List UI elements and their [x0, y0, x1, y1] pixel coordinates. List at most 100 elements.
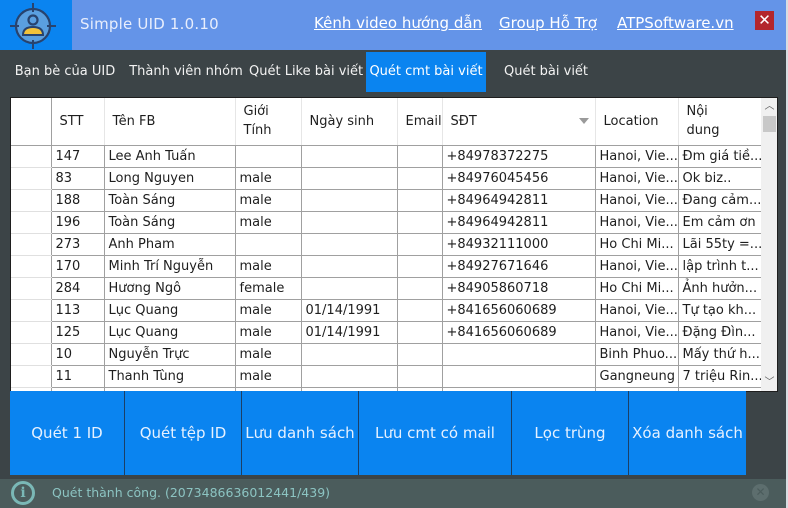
cell-name[interactable]: Long Nguyen	[104, 167, 236, 190]
cell-name[interactable]: Thanh Tùng	[104, 365, 236, 388]
cell-phone[interactable]: +84932111000	[442, 233, 596, 256]
row-header[interactable]	[11, 145, 52, 168]
column-header-birthday[interactable]: Ngày sinh	[301, 98, 398, 146]
tab-scan-post-comments[interactable]: Quét cmt bài viết	[366, 52, 486, 92]
cell-birthday[interactable]: 01/14/1991	[301, 299, 398, 322]
column-header-location[interactable]: Location	[595, 98, 679, 146]
table-row[interactable]: 188 Toàn Sáng male +84964942811 Hanoi, Vie..…	[11, 189, 762, 212]
scan-id-file-button[interactable]: Quét tệp ID	[125, 391, 242, 475]
cell-gender[interactable]: male	[235, 189, 302, 212]
cell-location[interactable]: Ho Chi Mi...	[595, 277, 679, 300]
cell-gender[interactable]	[235, 145, 302, 168]
row-header[interactable]	[11, 189, 52, 212]
cell-gender[interactable]: male	[235, 343, 302, 366]
clear-list-button[interactable]: Xóa danh sách	[629, 391, 746, 475]
column-header-email[interactable]: Email	[397, 98, 443, 146]
cell-stt[interactable]: 196	[51, 211, 105, 234]
cell-name[interactable]: Hương Ngô	[104, 277, 236, 300]
save-comments-with-mail-button[interactable]: Lưu cmt có mail	[359, 391, 512, 475]
cell-phone[interactable]: +84976045456	[442, 167, 596, 190]
cell-location[interactable]: Ho Chi Mi...	[595, 233, 679, 256]
row-header[interactable]	[11, 365, 52, 388]
cell-stt[interactable]: 10	[51, 343, 105, 366]
cell-phone[interactable]: +84978372275	[442, 145, 596, 168]
cell-stt[interactable]: 273	[51, 233, 105, 256]
row-header[interactable]	[11, 211, 52, 234]
cell-content[interactable]: Đặng Đìn...	[678, 321, 762, 344]
cell-content[interactable]: 7 triệu Rin...	[678, 365, 762, 388]
cell-birthday[interactable]	[301, 255, 398, 278]
cell-birthday[interactable]	[301, 343, 398, 366]
cell-phone[interactable]: +841656060689	[442, 299, 596, 322]
cell-phone[interactable]: +84964942811	[442, 211, 596, 234]
cell-content[interactable]: Tự tạo kh...	[678, 299, 762, 322]
row-header[interactable]	[11, 167, 52, 190]
cell-location[interactable]: Hanoi, Vie...	[595, 189, 679, 212]
cell-name[interactable]: Lục Quang	[104, 321, 236, 344]
cell-email[interactable]	[397, 145, 443, 168]
cell-content[interactable]: Lãi 55ty =...	[678, 233, 762, 256]
cell-birthday[interactable]	[301, 211, 398, 234]
cell-content[interactable]: Đm giá tiề...	[678, 145, 762, 168]
column-header-content[interactable]: Nội dung	[678, 98, 762, 146]
cell-content[interactable]: Ảnh hưởn...	[678, 277, 762, 300]
tab-friends-of-uid[interactable]: Bạn bè của UID	[10, 52, 120, 92]
table-row[interactable]: 10 Nguyễn Trực male Binh Phuo... Mấy thứ h..…	[11, 343, 762, 366]
close-circle-icon[interactable]: ✕	[752, 484, 769, 501]
cell-birthday[interactable]	[301, 233, 398, 256]
table-row[interactable]: 170 Minh Trí Nguyễn male +84927671646 Hanoi,…	[11, 255, 762, 278]
cell-location[interactable]: Hanoi, Vie...	[595, 255, 679, 278]
cell-gender[interactable]: male	[235, 321, 302, 344]
close-button[interactable]: ✕	[755, 11, 774, 30]
table-row[interactable]: 284 Hương Ngô female +84905860718 Ho Chi Mi.…	[11, 277, 762, 300]
cell-email[interactable]	[397, 365, 443, 388]
cell-stt[interactable]: 113	[51, 299, 105, 322]
column-header-phone[interactable]: SĐT	[442, 98, 596, 146]
cell-name[interactable]: Anh Pham	[104, 233, 236, 256]
cell-email[interactable]	[397, 255, 443, 278]
cell-name[interactable]: Toàn Sáng	[104, 211, 236, 234]
cell-email[interactable]	[397, 299, 443, 322]
cell-email[interactable]	[397, 343, 443, 366]
table-row[interactable]: 147 Lee Anh Tuấn +84978372275 Hanoi, Vie...…	[11, 145, 762, 168]
cell-location[interactable]: Hanoi, Vie...	[595, 211, 679, 234]
cell-email[interactable]	[397, 189, 443, 212]
cell-phone[interactable]	[442, 365, 596, 388]
cell-content[interactable]: Đang cảm...	[678, 189, 762, 212]
column-header-stt[interactable]: STT	[51, 98, 105, 146]
cell-stt[interactable]: 170	[51, 255, 105, 278]
filter-duplicates-button[interactable]: Lọc trùng	[512, 391, 629, 475]
website-link[interactable]: ATPSoftware.vn	[617, 14, 734, 32]
vertical-scrollbar[interactable]: ︿ ﹀	[761, 98, 777, 391]
cell-name[interactable]: Nguyễn Trực	[104, 343, 236, 366]
cell-email[interactable]	[397, 277, 443, 300]
cell-name[interactable]: Minh Trí Nguyễn	[104, 255, 236, 278]
scrollbar-thumb[interactable]	[763, 116, 776, 132]
cell-content[interactable]: Em cảm ơn	[678, 211, 762, 234]
row-header[interactable]	[11, 233, 52, 256]
cell-birthday[interactable]: 01/14/1991	[301, 321, 398, 344]
cell-email[interactable]	[397, 167, 443, 190]
table-row[interactable]: 83 Long Nguyen male +84976045456 Hanoi, Vie.…	[11, 167, 762, 190]
cell-gender[interactable]: male	[235, 365, 302, 388]
cell-stt[interactable]: 125	[51, 321, 105, 344]
scan-one-id-button[interactable]: Quét 1 ID	[10, 391, 125, 475]
cell-email[interactable]	[397, 321, 443, 344]
column-header-name[interactable]: Tên FB	[104, 98, 236, 146]
support-group-link[interactable]: Group Hỗ Trợ	[499, 14, 597, 32]
row-header[interactable]	[11, 343, 52, 366]
cell-gender[interactable]: female	[235, 277, 302, 300]
table-row[interactable]: 196 Toàn Sáng male +84964942811 Hanoi, Vie..…	[11, 211, 762, 234]
cell-phone[interactable]: +841656060689	[442, 321, 596, 344]
cell-name[interactable]: Lee Anh Tuấn	[104, 145, 236, 168]
cell-email[interactable]	[397, 233, 443, 256]
table-row[interactable]: 113 Lục Quang male 01/14/1991 +841656060689 H…	[11, 299, 762, 322]
video-guide-link[interactable]: Kênh video hướng dẫn	[314, 14, 482, 32]
cell-birthday[interactable]	[301, 189, 398, 212]
cell-gender[interactable]: male	[235, 255, 302, 278]
cell-phone[interactable]	[442, 343, 596, 366]
cell-location[interactable]: Hanoi, Vie...	[595, 145, 679, 168]
cell-location[interactable]: Gangneung	[595, 365, 679, 388]
table-row[interactable]: 125 Lục Quang male 01/14/1991 +841656060689 H…	[11, 321, 762, 344]
row-header[interactable]	[11, 255, 52, 278]
